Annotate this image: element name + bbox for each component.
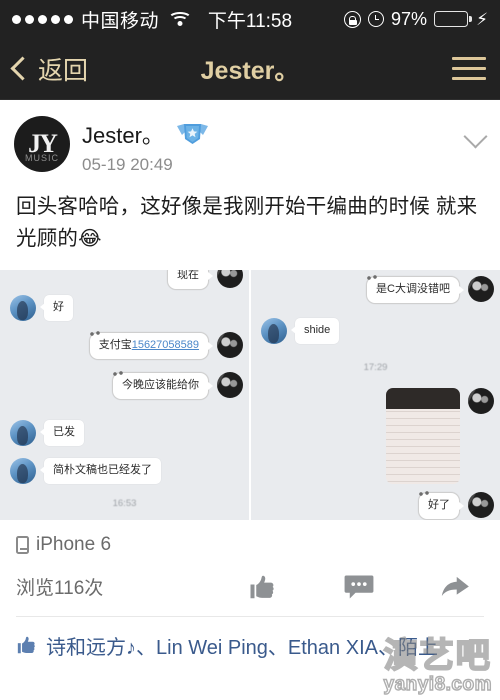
chat-avatar [261, 317, 287, 344]
chat-avatar [468, 387, 494, 414]
likes-names[interactable]: 诗和远方♪、Lin Wei Ping、Ethan XIA、陌上 [46, 631, 438, 660]
chat-avatar [10, 457, 36, 484]
back-button[interactable]: 返回 [10, 51, 89, 87]
chat-message: 现在 [166, 269, 243, 290]
chat-message: 支付宝15627058589 [87, 328, 243, 360]
chat-bubble-link[interactable]: 15627058589 [132, 339, 199, 351]
chat-photo-attachment[interactable] [386, 387, 460, 484]
navigation-bar: 返回 Jester。 [0, 38, 500, 100]
view-count-label: 浏览116次 [16, 578, 104, 600]
chat-message [386, 387, 494, 484]
chat-bubble: 现在 [166, 269, 213, 290]
battery-icon [434, 11, 472, 27]
charging-bolt-icon: ⚡ [476, 9, 488, 29]
post-author-block: Jester。 05-19 20:49 [82, 116, 209, 175]
post-timestamp: 05-19 20:49 [82, 155, 173, 174]
chat-message: 好了 [417, 488, 494, 520]
chat-bubble-text: 好 [53, 300, 64, 313]
verified-wings-badge-icon [176, 123, 209, 145]
rotation-lock-icon [344, 10, 362, 28]
chat-bubble: 好 [40, 294, 73, 321]
carrier-label: 中国移动 [81, 10, 160, 32]
chevron-left-icon [10, 56, 35, 81]
post-container: JY MUSIC Jester。 05-19 20:49 回头客哈哈，这好像是我… [0, 100, 500, 256]
chat-avatar [217, 371, 243, 398]
hamburger-menu-icon[interactable] [452, 57, 486, 80]
status-bar-right: 97% ⚡ [344, 9, 488, 30]
chat-avatar [217, 269, 243, 288]
watermark-domain: yanyi8.com [383, 674, 492, 695]
author-name[interactable]: Jester。 [82, 118, 164, 150]
device-row: iPhone 6 [16, 534, 484, 556]
chat-bubble: 已发 [40, 419, 84, 446]
status-bar: 中国移动 下午11:58 97% ⚡ [0, 0, 500, 38]
chat-avatar [217, 331, 243, 358]
chat-bubble: 简朴文稿也已经发了 [40, 457, 161, 484]
chat-time-separator: 16:53 [112, 497, 137, 509]
chat-bubble: 支付宝15627058589 [87, 328, 214, 360]
thumbs-up-small-icon [16, 634, 38, 656]
chat-bubble-text: 今晚应该能给你 [122, 378, 199, 391]
bubble-decoration-icon [111, 368, 127, 381]
action-icons [248, 572, 484, 602]
chat-screenshot-right[interactable]: 是C大调没错吧 shide 17:29 好了 [251, 269, 500, 520]
status-bar-left: 中国移动 [12, 6, 193, 33]
likes-row: 诗和远方♪、Lin Wei Ping、Ethan XIA、陌上 [0, 617, 500, 660]
chat-screenshot-left[interactable]: 现在 好 支付宝15627058589 今晚应该能给你 已发 简朴文稿也已经发了… [0, 269, 249, 520]
app-screen: 中国移动 下午11:58 97% ⚡ 返回 Jester。 JY MUSIC J… [0, 0, 500, 700]
chat-message: 简朴文稿也已经发了 [10, 457, 161, 484]
back-button-label: 返回 [38, 56, 89, 85]
mobile-phone-icon [16, 535, 29, 554]
chat-avatar [10, 419, 36, 446]
avatar-subtext: MUSIC [25, 153, 59, 163]
chat-bubble-text: shide [304, 323, 331, 336]
chat-avatar [10, 294, 36, 321]
battery-percent-label: 97% [391, 8, 428, 29]
post-body-text: 回头客哈哈，这好像是我刚开始干编曲的时候 就来光顾的😂 [16, 191, 484, 256]
chat-bubble: 今晚应该能给你 [111, 368, 213, 400]
bubble-decoration-icon [365, 272, 382, 285]
avatar[interactable]: JY MUSIC [14, 116, 70, 172]
share-arrow-icon[interactable] [440, 574, 470, 600]
post-meta: iPhone 6 浏览116次 [0, 520, 500, 616]
post-body-emoji: 😂 [78, 228, 102, 251]
chat-bubble-text: 已发 [53, 425, 75, 438]
actions-row: 浏览116次 [16, 572, 484, 616]
chat-bubble: 好了 [417, 488, 464, 520]
chat-avatar [468, 275, 494, 302]
chat-bubble-text: 简朴文稿也已经发了 [53, 463, 152, 476]
chat-bubble: 是C大调没错吧 [365, 272, 464, 304]
bubble-decoration-icon [417, 488, 433, 501]
post-header: JY MUSIC Jester。 05-19 20:49 [14, 116, 488, 175]
comment-bubble-icon[interactable] [344, 574, 374, 600]
alarm-clock-icon [368, 11, 385, 27]
thumbs-up-icon[interactable] [248, 572, 278, 602]
chat-bubble-text: 是C大调没错吧 [376, 282, 450, 295]
chat-message: shide [261, 317, 340, 344]
chat-bubble: shide [290, 317, 340, 344]
bubble-decoration-icon [87, 328, 104, 341]
signal-strength-dots-icon [12, 14, 73, 24]
chat-message: 是C大调没错吧 [365, 272, 494, 304]
chat-message: 今晚应该能给你 [111, 368, 243, 400]
avatar-initials: JY [28, 129, 58, 158]
chat-bubble-text: 现在 [177, 269, 199, 281]
chevron-down-icon[interactable] [463, 124, 488, 149]
wifi-icon [168, 11, 193, 27]
chat-time-separator: 17:29 [363, 361, 388, 373]
bubble-decoration-icon [166, 269, 182, 271]
chat-avatar [468, 491, 494, 518]
author-name-row: Jester。 [82, 118, 209, 150]
post-images: 现在 好 支付宝15627058589 今晚应该能给你 已发 简朴文稿也已经发了… [0, 269, 500, 520]
chat-message: 好 [10, 294, 73, 321]
chat-message: 已发 [10, 419, 84, 446]
device-label: iPhone 6 [36, 533, 112, 555]
